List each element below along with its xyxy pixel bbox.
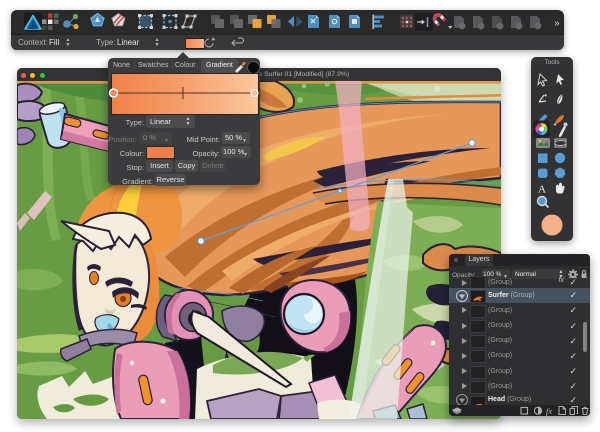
svg-text:»: » — [554, 18, 560, 29]
svg-text:A: A — [538, 184, 546, 196]
svg-text:fx: fx — [546, 406, 552, 416]
